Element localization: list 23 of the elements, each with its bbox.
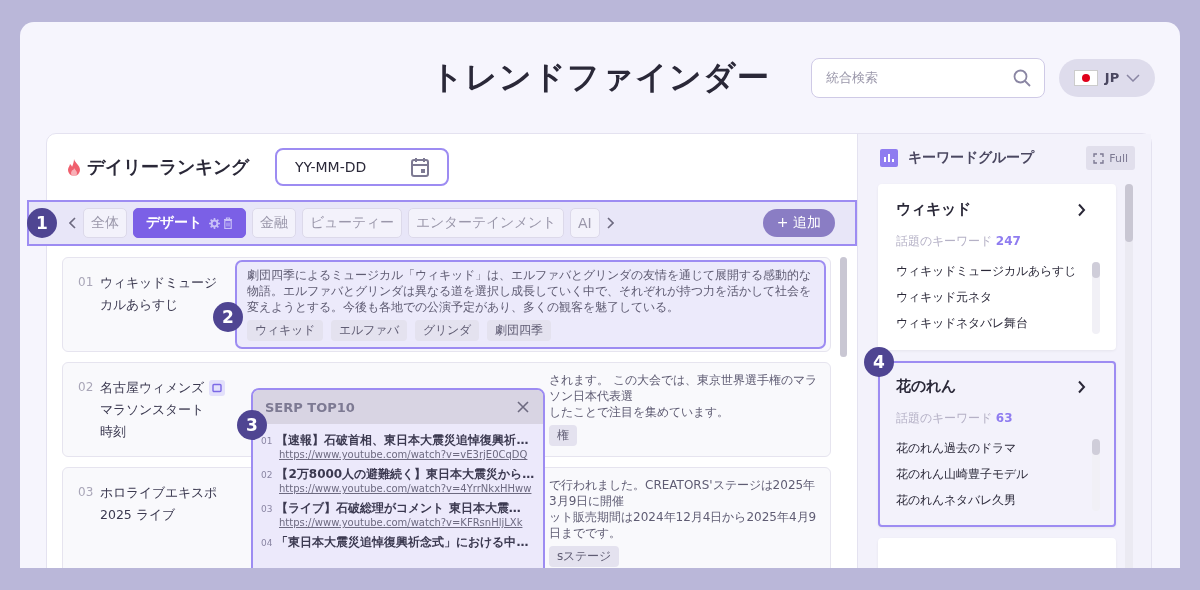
summary-text: されます。 この大会では、東京世界選手権のマラソン日本代表選: [549, 372, 818, 404]
keyword-title: ホロライブエキスポ2025 ライブ: [100, 484, 218, 524]
keyword-title: 名古屋ウィメンズマラソンスタート時刻: [100, 379, 205, 441]
result-rank: 02: [261, 470, 273, 480]
rank-number: 01: [78, 274, 95, 291]
summary-text: ット販売期間は2024年12月4日から2025年4月9日までです。: [549, 509, 818, 541]
step-marker: 4: [864, 347, 894, 377]
popup-title: SERP TOP10: [265, 399, 355, 415]
summary-text: で行われました。CREATORS'ステージは2025年3月9日に開催: [549, 477, 817, 509]
group-name: 花のれん: [896, 377, 956, 396]
summary-text: 劇団四季によるミュージカル「ウィキッド」は、エルファバとグリンダの友情を通じて展開する感動的な物語。エルファバとグリンダは異なる道を選択し成長していく中で、それぞれが持つ力を活かして社会を変えようとする。今後も各地での公演予定があり、多くの観客を魅了している。: [247, 267, 812, 315]
summary-text: したことで注目を集めています。: [549, 404, 730, 420]
group-name: ウィキッド: [896, 200, 971, 219]
section-title: デイリーランキング: [87, 155, 249, 179]
panel-title: キーワードグループ: [908, 149, 1034, 167]
step-marker: 2: [213, 302, 243, 332]
page-title: トレンドファインダー: [430, 56, 770, 98]
result-rank: 04: [261, 538, 273, 548]
rank-number: 03: [78, 484, 95, 501]
rank-number: 02: [78, 379, 95, 396]
result-rank: 03: [261, 504, 273, 514]
keyword-count: 話題のキーワード 247: [896, 233, 1022, 250]
step-marker: 1: [27, 208, 57, 238]
